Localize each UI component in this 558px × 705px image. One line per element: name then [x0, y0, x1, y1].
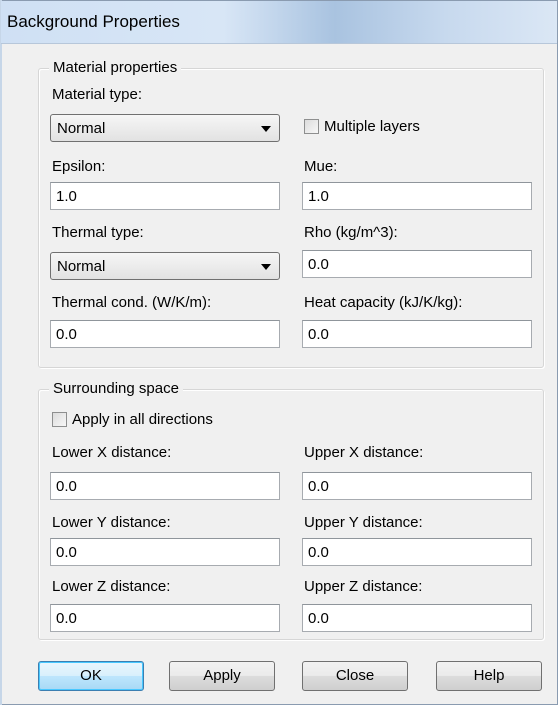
mue-field[interactable]: 1.0: [302, 182, 532, 210]
thermal-cond-value: 0.0: [56, 326, 77, 343]
heat-capacity-label: Heat capacity (kJ/K/kg):: [304, 294, 463, 311]
lower-x-field[interactable]: 0.0: [50, 472, 280, 500]
thermal-type-value: Normal: [57, 258, 106, 275]
thermal-cond-field[interactable]: 0.0: [50, 320, 280, 348]
upper-z-field[interactable]: 0.0: [302, 604, 532, 632]
lower-y-field[interactable]: 0.0: [50, 538, 280, 566]
material-type-select[interactable]: Normal: [50, 114, 280, 142]
apply-all-directions-checkbox[interactable]: [52, 412, 67, 427]
window-edge: [0, 0, 2, 705]
title-bar[interactable]: Background Properties: [1, 1, 557, 44]
upper-z-label: Upper Z distance:: [304, 578, 423, 595]
apply-all-directions-option[interactable]: Apply in all directions: [52, 411, 292, 431]
material-type-label: Material type:: [52, 86, 143, 103]
epsilon-field[interactable]: 1.0: [50, 182, 280, 210]
heat-capacity-value: 0.0: [308, 326, 329, 343]
heat-capacity-field[interactable]: 0.0: [302, 320, 532, 348]
close-button[interactable]: Close: [302, 661, 408, 691]
lower-y-value: 0.0: [56, 544, 77, 561]
upper-z-value: 0.0: [308, 610, 329, 627]
apply-all-directions-label: Apply in all directions: [72, 411, 213, 428]
material-type-value: Normal: [57, 120, 106, 137]
lower-z-field[interactable]: 0.0: [50, 604, 280, 632]
upper-y-label: Upper Y distance:: [304, 514, 423, 531]
chevron-down-icon: [261, 264, 271, 270]
multiple-layers-checkbox[interactable]: [304, 119, 319, 134]
epsilon-label: Epsilon:: [52, 158, 106, 175]
multiple-layers-option[interactable]: Multiple layers: [304, 118, 504, 138]
upper-x-value: 0.0: [308, 478, 329, 495]
lower-x-value: 0.0: [56, 478, 77, 495]
upper-x-field[interactable]: 0.0: [302, 472, 532, 500]
rho-field[interactable]: 0.0: [302, 250, 532, 278]
lower-z-label: Lower Z distance:: [52, 578, 171, 595]
upper-x-label: Upper X distance:: [304, 444, 424, 461]
lower-x-label: Lower X distance:: [52, 444, 172, 461]
upper-y-field[interactable]: 0.0: [302, 538, 532, 566]
lower-z-value: 0.0: [56, 610, 77, 627]
apply-button[interactable]: Apply: [169, 661, 275, 691]
thermal-type-label: Thermal type:: [52, 224, 144, 241]
rho-value: 0.0: [308, 256, 329, 273]
chevron-down-icon: [261, 126, 271, 132]
mue-value: 1.0: [308, 188, 329, 205]
surrounding-space-label: Surrounding space: [49, 380, 183, 397]
material-properties-label: Material properties: [49, 59, 182, 76]
help-button[interactable]: Help: [436, 661, 542, 691]
epsilon-value: 1.0: [56, 188, 77, 205]
ok-button[interactable]: OK: [38, 661, 144, 691]
rho-label: Rho (kg/m^3):: [304, 224, 398, 241]
upper-y-value: 0.0: [308, 544, 329, 561]
thermal-cond-label: Thermal cond. (W/K/m):: [52, 294, 212, 311]
mue-label: Mue:: [304, 158, 338, 175]
window-title: Background Properties: [7, 12, 180, 31]
lower-y-label: Lower Y distance:: [52, 514, 171, 531]
multiple-layers-label: Multiple layers: [324, 118, 420, 135]
thermal-type-select[interactable]: Normal: [50, 252, 280, 280]
